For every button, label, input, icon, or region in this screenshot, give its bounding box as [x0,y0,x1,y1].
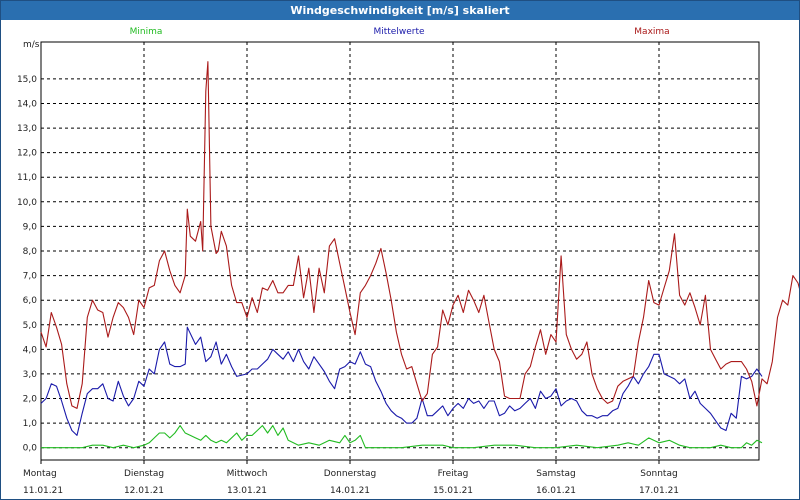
y-tick-label: 1,0 [23,419,38,429]
x-tick-day: Donnerstag [324,469,377,479]
y-axis-ticks: 0,0 1,0 2,0 3,0 4,0 5,0 6,0 7,0 8,0 9,0 10,0 11,0 12… [17,75,37,454]
x-tick-day: Dienstag [124,469,164,479]
y-tick-label: 6,0 [23,296,38,306]
x-tick-day: Mittwoch [227,469,268,479]
window-title: Windgeschwindigkeit [m/s] skaliert [1,1,799,20]
x-tick-day: Sonntag [640,469,677,479]
y-axis-unit-label: m/s [23,40,40,50]
x-tick-date: 12.01.21 [124,486,164,496]
x-tick-day: Freitag [438,469,469,479]
y-tick-label: 14,0 [17,100,37,110]
x-axis-ticks: Montag 11.01.21 Dienstag 12.01.21 Mittwoch 13… [23,460,679,496]
y-tick-label: 12,0 [17,149,37,159]
x-tick-day: Samstag [536,469,575,479]
y-tick-label: 5,0 [23,321,38,331]
plot-area [40,41,760,461]
y-tick-label: 13,0 [17,124,37,134]
legend-minima: Minima [130,27,163,37]
y-tick-label: 0,0 [23,444,38,454]
y-tick-label: 10,0 [17,198,37,208]
x-tick-date: 16.01.21 [536,486,576,496]
y-tick-label: 9,0 [23,222,38,232]
x-tick-date: 14.01.21 [330,486,370,496]
chart-window: Windgeschwindigkeit [m/s] skaliert 0,0 1,… [0,0,800,500]
legend-maxima: Maxima [634,27,669,37]
x-tick-date: 11.01.21 [23,486,63,496]
x-tick-date: 13.01.21 [227,486,267,496]
x-tick-date: 17.01.21 [639,486,679,496]
legend-mittelwerte: Mittelwerte [373,27,424,37]
wind-speed-chart: 0,0 1,0 2,0 3,0 4,0 5,0 6,0 7,0 8,0 9,0 10,0 11,0 12… [17,27,799,496]
y-tick-label: 15,0 [17,75,37,85]
y-tick-label: 7,0 [23,272,38,282]
y-tick-label: 3,0 [23,370,38,380]
y-tick-label: 2,0 [23,395,38,405]
y-tick-label: 11,0 [17,173,37,183]
x-tick-day: Montag [23,469,57,479]
y-tick-label: 4,0 [23,345,38,355]
y-tick-label: 8,0 [23,247,38,257]
x-tick-date: 15.01.21 [433,486,473,496]
